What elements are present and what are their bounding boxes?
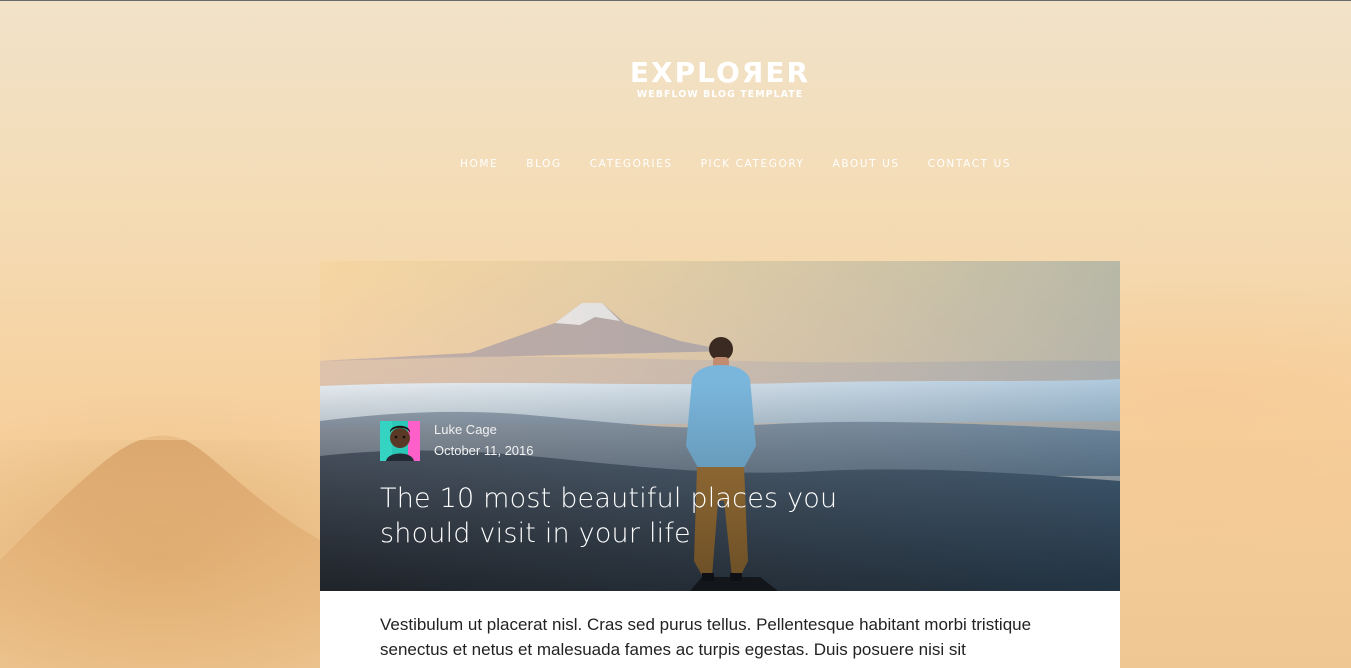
post-title[interactable]: The 10 most beautiful places you should … bbox=[380, 481, 850, 551]
post-date: October 11, 2016 bbox=[434, 443, 534, 458]
site-logo[interactable]: EXPLOЯER WEBFLOW BLOG TEMPLATE bbox=[560, 56, 880, 100]
nav-item-categories[interactable]: CATEGORIES bbox=[576, 156, 687, 174]
nav-item-about-us[interactable]: ABOUT US bbox=[819, 156, 914, 174]
nav-item-blog[interactable]: BLOG bbox=[512, 156, 575, 174]
logo-title: EXPLOЯER bbox=[629, 56, 811, 89]
nav-item-home[interactable]: HOME bbox=[446, 156, 512, 174]
nav-item-pick-category[interactable]: PICK CATEGORY bbox=[687, 156, 819, 174]
logo-subtitle: WEBFLOW BLOG TEMPLATE bbox=[636, 89, 804, 100]
author-name[interactable]: Luke Cage bbox=[434, 422, 497, 437]
featured-post-card[interactable]: Luke Cage October 11, 2016 The 10 most b… bbox=[320, 261, 1120, 668]
top-border bbox=[0, 0, 1351, 1]
main-navigation: HOME BLOG CATEGORIES PICK CATEGORY ABOUT… bbox=[446, 156, 1046, 174]
nav-item-contact-us[interactable]: CONTACT US bbox=[914, 156, 1025, 174]
avatar[interactable] bbox=[380, 421, 420, 461]
post-excerpt: Vestibulum ut placerat nisl. Cras sed pu… bbox=[380, 615, 1032, 659]
